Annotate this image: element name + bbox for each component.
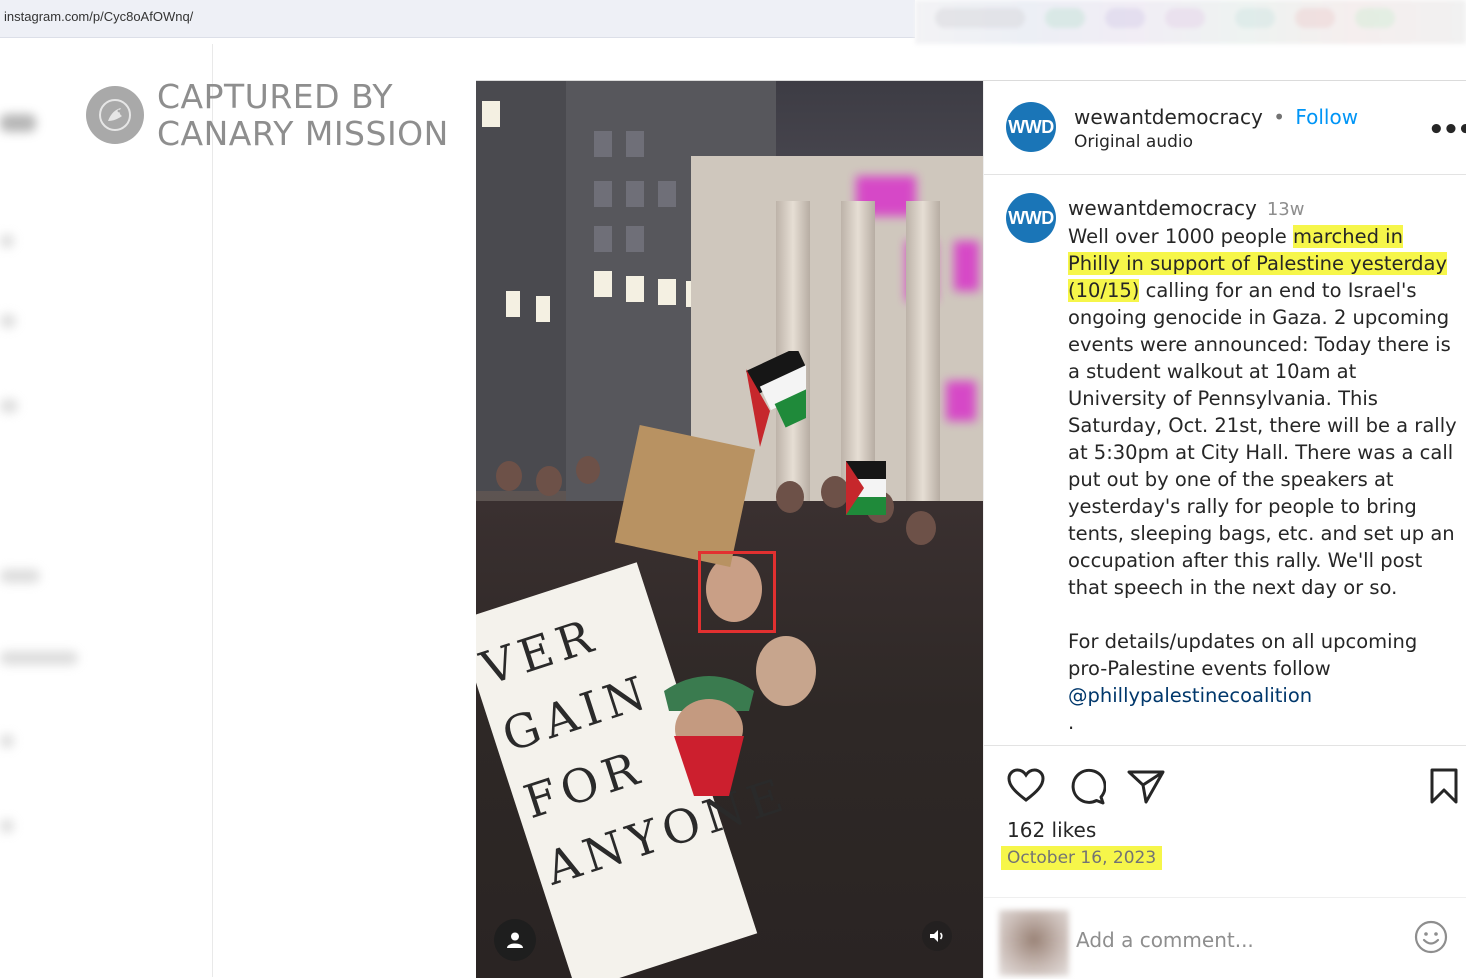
post-header: WWD wewantdemocracy • Follow Original au… (984, 81, 1466, 175)
address-bar[interactable]: instagram.com/p/Cyc8oAfOWnq/ (0, 0, 915, 38)
comment-input[interactable]: Add a comment... (1076, 928, 1254, 952)
url-text[interactable]: instagram.com/p/Cyc8oAfOWnq/ (4, 9, 193, 24)
post-date[interactable]: October 16, 2023 (1001, 846, 1163, 870)
mention-link[interactable]: @phillypalestinecoalition (1068, 684, 1312, 707)
blurred-toolbar (915, 0, 1466, 44)
likes-count[interactable]: 162 likes (1007, 818, 1096, 842)
canary-mission-watermark: CAPTURED BY CANARY MISSION (86, 78, 449, 152)
instagram-post: VER GAIN FOR ANYONE WWD wewantdemocracy … (476, 80, 1466, 978)
left-sidebar (0, 44, 213, 977)
masked-protester (654, 671, 764, 801)
canary-bird-icon (86, 86, 144, 144)
watermark-line-2: CANARY MISSION (157, 114, 449, 153)
caption-trailing: . (1068, 711, 1075, 734)
highlight-box (698, 551, 776, 633)
smiley-icon[interactable] (1414, 920, 1448, 954)
watermark-line-1: CAPTURED BY (157, 77, 394, 116)
header-username[interactable]: wewantdemocracy (1074, 105, 1263, 129)
cardboard-sign (614, 425, 756, 567)
flag-palestine-2 (846, 461, 886, 515)
flag-palestine (746, 351, 806, 447)
user-icon[interactable] (494, 919, 536, 961)
post-actions: 162 likes October 16, 2023 Add a comment… (984, 745, 1466, 978)
avatar (999, 910, 1069, 976)
original-audio-link[interactable]: Original audio (1074, 132, 1193, 152)
header-separator: • (1273, 105, 1285, 129)
follow-button[interactable]: Follow (1295, 105, 1358, 129)
speaker-icon[interactable] (922, 921, 952, 951)
caption-paragraph-2: For details/updates on all upcoming pro-… (1068, 630, 1418, 680)
more-options-icon[interactable]: ••• (1428, 115, 1466, 145)
caption-timestamp[interactable]: 13w (1267, 199, 1305, 220)
caption-text-lead: Well over 1000 people (1068, 225, 1287, 248)
caption-avatar[interactable]: WWD (1006, 193, 1056, 243)
avatar[interactable]: WWD (1006, 102, 1056, 152)
post-video[interactable]: VER GAIN FOR ANYONE (476, 81, 983, 978)
post-side-panel: WWD wewantdemocracy • Follow Original au… (983, 81, 1466, 978)
bookmark-icon[interactable] (1424, 766, 1464, 806)
caption-text-rest: calling for an end to Israel's ongoing g… (1068, 279, 1457, 599)
comment-bar: Add a comment... (984, 897, 1466, 979)
caption-username[interactable]: wewantdemocracy (1068, 196, 1257, 220)
post-caption: wewantdemocracy 13w Well over 1000 people… (1068, 195, 1458, 736)
comment-icon[interactable] (1066, 766, 1106, 806)
heart-icon[interactable] (1006, 766, 1046, 806)
share-icon[interactable] (1126, 766, 1166, 806)
